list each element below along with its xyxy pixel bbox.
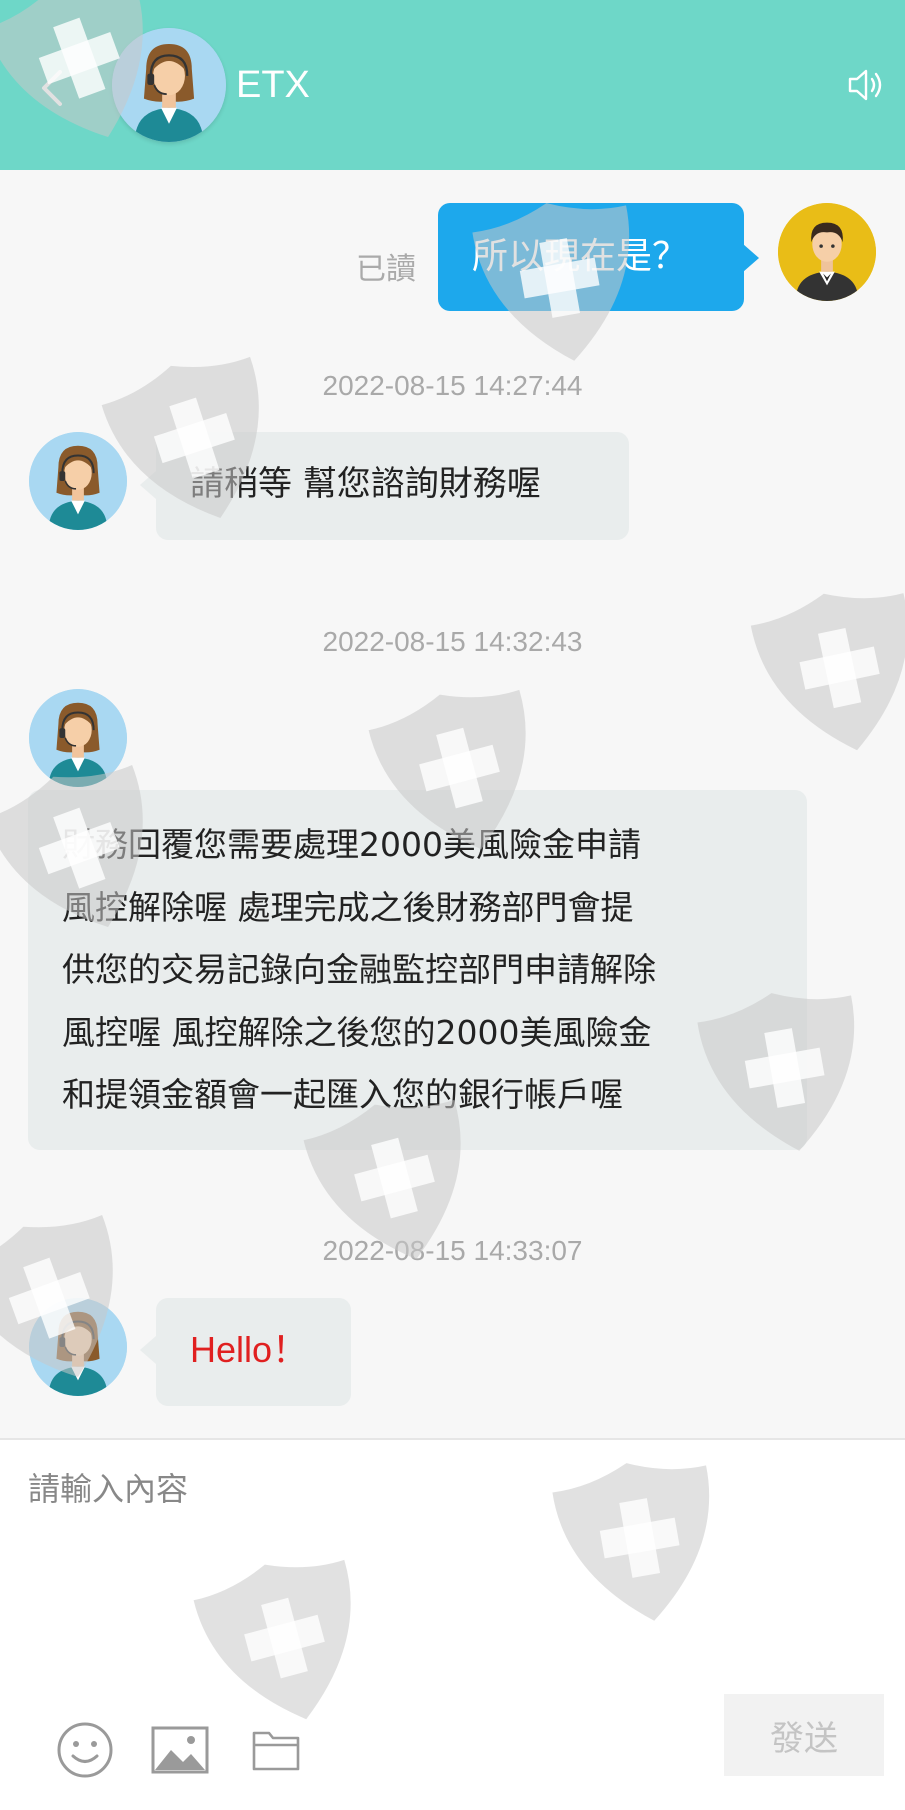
message-input[interactable]: [0, 1440, 905, 1670]
agent-avatar-icon: [112, 28, 226, 142]
bubble-tail: [140, 1336, 156, 1364]
message-line: 和提領金額會一起匯入您的銀行帳戶喔: [62, 1075, 623, 1114]
message-line: 財務回覆您需要處理2000美風險金申請: [62, 825, 641, 864]
agent-avatar[interactable]: [112, 28, 226, 142]
message-text: 所以現在是？: [472, 236, 689, 277]
message-text: Hello！: [190, 1329, 309, 1370]
folder-icon: [252, 1731, 300, 1771]
user-avatar[interactable]: [778, 203, 876, 301]
bubble-tail: [743, 244, 759, 272]
outgoing-message-bubble[interactable]: 所以現在是？: [438, 203, 744, 311]
send-button[interactable]: 發送: [724, 1694, 884, 1776]
message-text: 請稍等 幫您諮詢財務喔: [190, 464, 541, 504]
incoming-message-bubble[interactable]: 財務回覆您需要處理2000美風險金申請 風控解除喔 處理完成之後財務部門會提 供…: [28, 790, 807, 1150]
back-button[interactable]: [30, 60, 74, 116]
emoji-button[interactable]: [55, 1720, 115, 1780]
image-button[interactable]: [150, 1720, 210, 1780]
message-list[interactable]: 已讀 所以現在是？ 2022-08-15 14:27:44 請稍等 幫您諮詢財務…: [0, 170, 905, 1438]
agent-message-avatar[interactable]: [29, 689, 127, 787]
image-icon: [151, 1726, 209, 1774]
incoming-message-bubble[interactable]: Hello！: [156, 1298, 351, 1406]
agent-message-avatar[interactable]: [29, 432, 127, 530]
speaker-icon: [848, 69, 882, 101]
agent-avatar-icon: [29, 432, 127, 530]
chevron-left-icon: [42, 70, 62, 106]
emoji-icon: [57, 1722, 113, 1778]
agent-message-avatar[interactable]: [29, 1298, 127, 1396]
message-timestamp: 2022-08-15 14:32:43: [322, 626, 583, 657]
read-receipt: 已讀: [356, 252, 416, 287]
chat-title: ETX: [236, 64, 310, 106]
bubble-tail: [140, 471, 156, 499]
agent-avatar-icon: [29, 1298, 127, 1396]
chat-header: ETX: [0, 0, 905, 170]
message-line: 風控喔 風控解除之後您的2000美風險金: [62, 1012, 652, 1052]
agent-avatar-icon: [29, 689, 127, 787]
message-line: 供您的交易記錄向金融監控部門申請解除: [62, 950, 656, 989]
user-avatar-icon: [778, 203, 876, 301]
incoming-message-bubble[interactable]: 請稍等 幫您諮詢財務喔: [156, 432, 629, 540]
message-line: 風控解除喔 處理完成之後財務部門會提: [62, 887, 634, 927]
message-timestamp: 2022-08-15 14:27:44: [322, 370, 583, 401]
file-button[interactable]: [248, 1720, 304, 1780]
message-timestamp: 2022-08-15 14:33:07: [322, 1235, 583, 1266]
speaker-button[interactable]: [844, 60, 888, 110]
